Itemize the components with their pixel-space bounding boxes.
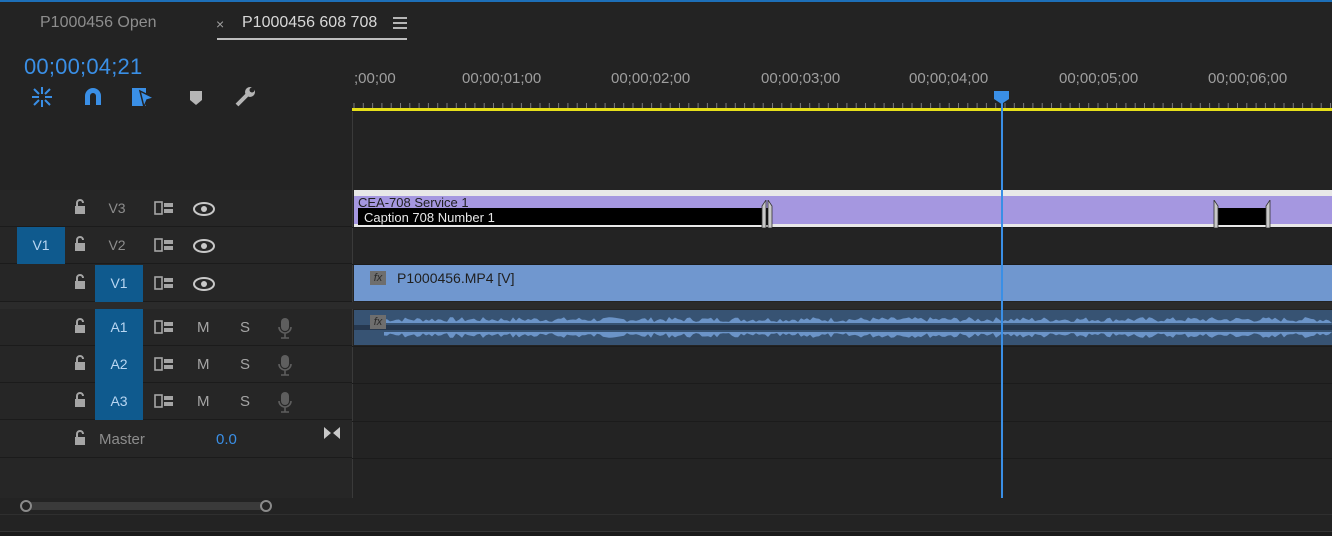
fx-badge[interactable]: fx: [370, 315, 386, 329]
audio-clip[interactable]: [354, 310, 1332, 345]
insert-and-overwrite-nest-icon[interactable]: [29, 85, 55, 109]
panel-divider: [0, 514, 1332, 515]
toggle-output-eye-icon[interactable]: [193, 202, 215, 216]
ruler-label: 00;00;03;00: [761, 70, 841, 87]
master-volume-value[interactable]: 0.0: [216, 421, 237, 458]
voice-over-record-icon[interactable]: [278, 317, 292, 339]
track-name-v3[interactable]: V3: [95, 190, 139, 227]
track-name-v1[interactable]: V1: [95, 265, 143, 302]
playhead-timecode[interactable]: 00;00;04;21: [24, 54, 142, 80]
ruler-label: 00;00;02;00: [611, 70, 691, 87]
track-lock-icon[interactable]: [73, 199, 87, 215]
ruler-label: 00;00;05;00: [1059, 70, 1139, 87]
solo-button[interactable]: S: [240, 383, 250, 420]
audio-waveform: [354, 310, 1332, 345]
header-spacer: [0, 112, 352, 190]
caption-service-label: CEA-708 Service 1: [358, 195, 469, 210]
playhead-handle[interactable]: [993, 90, 1010, 104]
track-lock-icon[interactable]: [73, 430, 87, 446]
add-marker-icon[interactable]: [183, 85, 209, 109]
track-name-a1[interactable]: A1: [95, 309, 143, 346]
snap-magnet-icon[interactable]: [80, 85, 106, 109]
ruler-label: 00;00;01;00: [462, 70, 542, 87]
track-lock-icon[interactable]: [73, 274, 87, 290]
sync-lock-icon[interactable]: [154, 357, 174, 371]
mute-button[interactable]: M: [197, 346, 210, 383]
track-header-v2: V1 V2: [0, 227, 352, 264]
video-clip-name: P1000456.MP4 [V]: [397, 270, 515, 286]
lane-divider: [352, 346, 1332, 347]
sync-lock-icon[interactable]: [154, 394, 174, 408]
track-header-master: Master 0.0: [0, 421, 352, 458]
tab-p1000456-open[interactable]: P1000456 Open: [40, 14, 157, 32]
track-name-a2[interactable]: A2: [95, 346, 143, 383]
caption-handle-icon[interactable]: [758, 200, 776, 228]
track-header-a3: A3 M S: [0, 383, 352, 420]
voice-over-record-icon[interactable]: [278, 354, 292, 376]
track-name-v2[interactable]: V2: [95, 227, 139, 264]
wrench-settings-icon[interactable]: [233, 85, 259, 109]
ruler-label: 00;00;04;00: [909, 70, 989, 87]
sync-lock-icon[interactable]: [154, 276, 174, 290]
work-area-bar[interactable]: [352, 108, 1332, 111]
lane-divider: [352, 227, 1332, 228]
video-audio-divider[interactable]: [0, 302, 352, 309]
solo-button[interactable]: S: [240, 309, 250, 346]
solo-button[interactable]: S: [240, 346, 250, 383]
zoom-scroll-handle-left[interactable]: [20, 500, 32, 512]
track-header-v3: V3: [0, 190, 352, 227]
track-lock-icon[interactable]: [73, 392, 87, 408]
track-name-a3[interactable]: A3: [95, 383, 143, 420]
sync-lock-icon[interactable]: [154, 201, 174, 215]
zoom-scrollbar[interactable]: [24, 502, 270, 510]
active-tab-underline: [217, 38, 407, 40]
zoom-scroll-handle-right[interactable]: [260, 500, 272, 512]
track-header-a2: A2 M S: [0, 346, 352, 383]
track-lock-icon[interactable]: [73, 318, 87, 334]
lane-divider: [352, 458, 1332, 459]
panel-menu-icon[interactable]: [393, 17, 407, 32]
lane-divider: [352, 383, 1332, 384]
panel-bottom-edge: [0, 531, 1332, 536]
track-lock-icon[interactable]: [73, 236, 87, 252]
go-to-in-out-icon[interactable]: [323, 426, 341, 440]
sync-lock-icon[interactable]: [154, 238, 174, 252]
sync-lock-icon[interactable]: [154, 320, 174, 334]
track-lock-icon[interactable]: [73, 355, 87, 371]
linked-selection-icon[interactable]: [130, 85, 157, 110]
sequence-tab-bar: P1000456 Open × P1000456 608 708: [0, 0, 1332, 46]
playhead-line[interactable]: [1001, 92, 1003, 498]
track-header-a1: A1 M S: [0, 309, 352, 346]
toggle-output-eye-icon[interactable]: [193, 277, 215, 291]
track-header-v1: V1: [0, 265, 352, 302]
ruler-ticks: [353, 103, 1331, 108]
caption-item-label: Caption 708 Number 1: [364, 210, 495, 225]
fx-badge[interactable]: fx: [370, 271, 386, 285]
lane-divider: [352, 421, 1332, 422]
caption-handle-icon[interactable]: [1210, 200, 1222, 228]
close-tab-icon[interactable]: ×: [216, 16, 224, 32]
caption-handle-icon[interactable]: [1262, 200, 1274, 228]
caption-item[interactable]: [1216, 208, 1268, 225]
voice-over-record-icon[interactable]: [278, 391, 292, 413]
mute-button[interactable]: M: [197, 383, 210, 420]
ruler-label: 00;00;06;00: [1208, 70, 1288, 87]
mute-button[interactable]: M: [197, 309, 210, 346]
ruler-label: ;00;00: [354, 70, 396, 87]
toggle-output-eye-icon[interactable]: [193, 239, 215, 253]
lane-divider: [352, 302, 1332, 309]
master-track-label: Master: [99, 431, 145, 448]
tab-p1000456-608-708[interactable]: P1000456 608 708: [242, 14, 377, 32]
source-patch-v1[interactable]: V1: [17, 227, 65, 264]
